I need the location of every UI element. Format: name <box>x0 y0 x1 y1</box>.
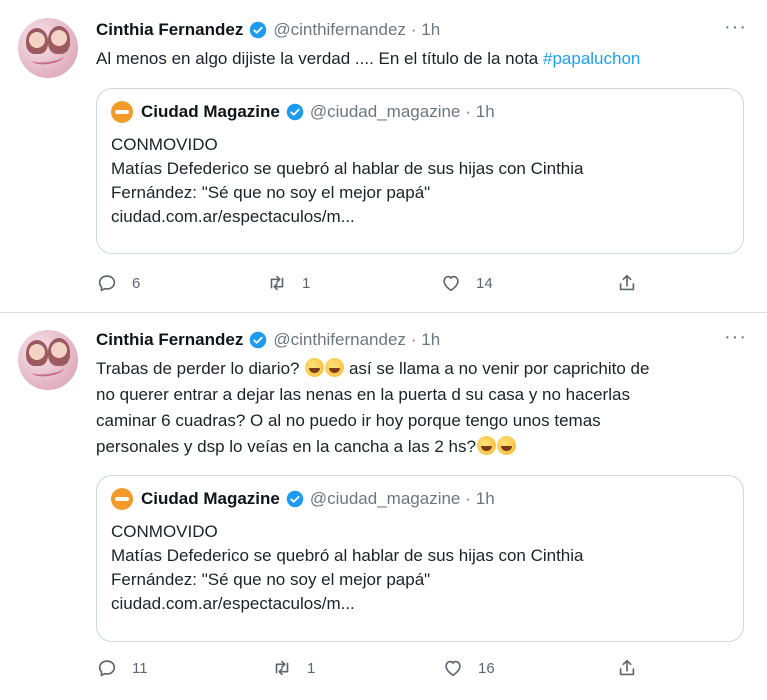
share-button[interactable] <box>616 657 652 679</box>
reply-button[interactable]: 11 <box>96 657 148 679</box>
quoted-text-line: CONMOVIDO <box>111 135 218 154</box>
verified-badge-icon <box>286 103 304 121</box>
quoted-timestamp: · 1h <box>465 489 495 508</box>
avatar[interactable] <box>18 18 78 78</box>
verified-badge-icon <box>286 490 304 508</box>
more-options-icon[interactable]: ··· <box>724 16 747 39</box>
ciudad-logo-icon <box>111 488 133 510</box>
author-handle[interactable]: @cinthifernandez <box>273 20 406 40</box>
tweet-text-main: Al menos en algo dijiste la verdad .... … <box>96 49 543 68</box>
quoted-tweet[interactable]: Ciudad Magazine @ciudad_magazine · 1h CO… <box>96 475 744 642</box>
like-count: 16 <box>478 659 495 677</box>
tweet-text-line: Trabas de perder lo diario? así se llama… <box>96 356 736 382</box>
retweet-icon <box>266 272 302 294</box>
rolling-on-floor-laughing-emoji <box>325 358 345 377</box>
author-name[interactable]: Cinthia Fernandez <box>96 330 243 350</box>
share-icon <box>616 272 652 294</box>
rolling-on-floor-laughing-emoji <box>496 436 516 455</box>
tweet-text-segment: así se llama a no venir por caprichito d… <box>348 359 650 378</box>
tweet-text-line: personales y dsp lo veías en la cancha a… <box>96 434 736 460</box>
tweet[interactable]: Cinthia Fernandez @cinthifernandez · 1h … <box>0 0 767 312</box>
quoted-tweet[interactable]: Ciudad Magazine @ciudad_magazine · 1h CO… <box>96 88 744 254</box>
quoted-link[interactable]: ciudad.com.ar/espectaculos/m... <box>111 205 731 229</box>
tweet-text-segment: Trabas de perder lo diario? <box>96 359 300 378</box>
reply-count: 11 <box>132 659 148 677</box>
tweet[interactable]: Cinthia Fernandez @cinthifernandez · 1h … <box>0 313 767 700</box>
quoted-author-name: Ciudad Magazine <box>141 489 280 508</box>
tweet-text: Al menos en algo dijiste la verdad .... … <box>96 46 736 72</box>
like-button[interactable]: 16 <box>442 657 495 679</box>
retweet-icon <box>271 657 307 679</box>
quoted-tweet-text: CONMOVIDO Matías Defederico se quebró al… <box>111 520 731 616</box>
quoted-link[interactable]: ciudad.com.ar/espectaculos/m... <box>111 592 731 616</box>
quoted-author-name: Ciudad Magazine <box>141 102 280 121</box>
verified-badge-icon <box>249 21 267 39</box>
tweet-text: Trabas de perder lo diario? así se llama… <box>96 356 736 460</box>
tweet-header: Cinthia Fernandez @cinthifernandez · 1h <box>96 20 440 40</box>
author-name[interactable]: Cinthia Fernandez <box>96 20 243 40</box>
reply-count: 6 <box>132 274 141 292</box>
more-options-icon[interactable]: ··· <box>724 326 747 349</box>
tweet-text-segment: personales y dsp lo veías en la cancha a… <box>96 437 476 456</box>
ciudad-logo-icon <box>111 101 133 123</box>
hashtag-link[interactable]: #papaluchon <box>543 49 640 68</box>
timestamp[interactable]: · 1h <box>411 330 440 350</box>
share-icon <box>616 657 652 679</box>
reply-icon <box>96 657 132 679</box>
quoted-text-line: Fernández: "Sé que no soy el mejor papá" <box>111 570 431 589</box>
quoted-text-line: Fernández: "Sé que no soy el mejor papá" <box>111 183 431 202</box>
like-button[interactable]: 14 <box>440 272 493 294</box>
quoted-author-handle: @ciudad_magazine <box>309 102 461 121</box>
quoted-text-line: Matías Defederico se quebró al hablar de… <box>111 546 584 565</box>
rolling-on-floor-laughing-emoji <box>305 358 325 377</box>
tweet-header: Cinthia Fernandez @cinthifernandez · 1h <box>96 330 440 350</box>
tweet-text-line: no querer entrar a dejar las nenas en la… <box>96 385 630 404</box>
heart-icon <box>440 272 476 294</box>
quoted-author-handle: @ciudad_magazine <box>309 489 461 508</box>
quoted-timestamp: · 1h <box>465 102 495 121</box>
tweet-feed: Cinthia Fernandez @cinthifernandez · 1h … <box>0 0 767 700</box>
rolling-on-floor-laughing-emoji <box>476 436 496 455</box>
reply-icon <box>96 272 132 294</box>
tweet-text-line: caminar 6 cuadras? O al no puedo ir hoy … <box>96 411 601 430</box>
retweet-button[interactable]: 1 <box>271 657 315 679</box>
avatar[interactable] <box>18 330 78 390</box>
quoted-tweet-text: CONMOVIDO Matías Defederico se quebró al… <box>111 133 731 229</box>
share-button[interactable] <box>616 272 652 294</box>
timestamp[interactable]: · 1h <box>411 20 440 40</box>
heart-icon <box>442 657 478 679</box>
tweet-actions: 6 1 14 <box>96 272 656 296</box>
quoted-text-line: CONMOVIDO <box>111 522 218 541</box>
quoted-text-line: Matías Defederico se quebró al hablar de… <box>111 159 584 178</box>
retweet-count: 1 <box>302 274 311 292</box>
quoted-tweet-header: Ciudad Magazine @ciudad_magazine · 1h <box>111 101 495 123</box>
verified-badge-icon <box>249 331 267 349</box>
retweet-count: 1 <box>307 659 316 677</box>
retweet-button[interactable]: 1 <box>266 272 310 294</box>
reply-button[interactable]: 6 <box>96 272 140 294</box>
tweet-actions: 11 1 16 <box>96 657 656 681</box>
like-count: 14 <box>476 274 493 292</box>
author-handle[interactable]: @cinthifernandez <box>273 330 406 350</box>
quoted-tweet-header: Ciudad Magazine @ciudad_magazine · 1h <box>111 488 495 510</box>
